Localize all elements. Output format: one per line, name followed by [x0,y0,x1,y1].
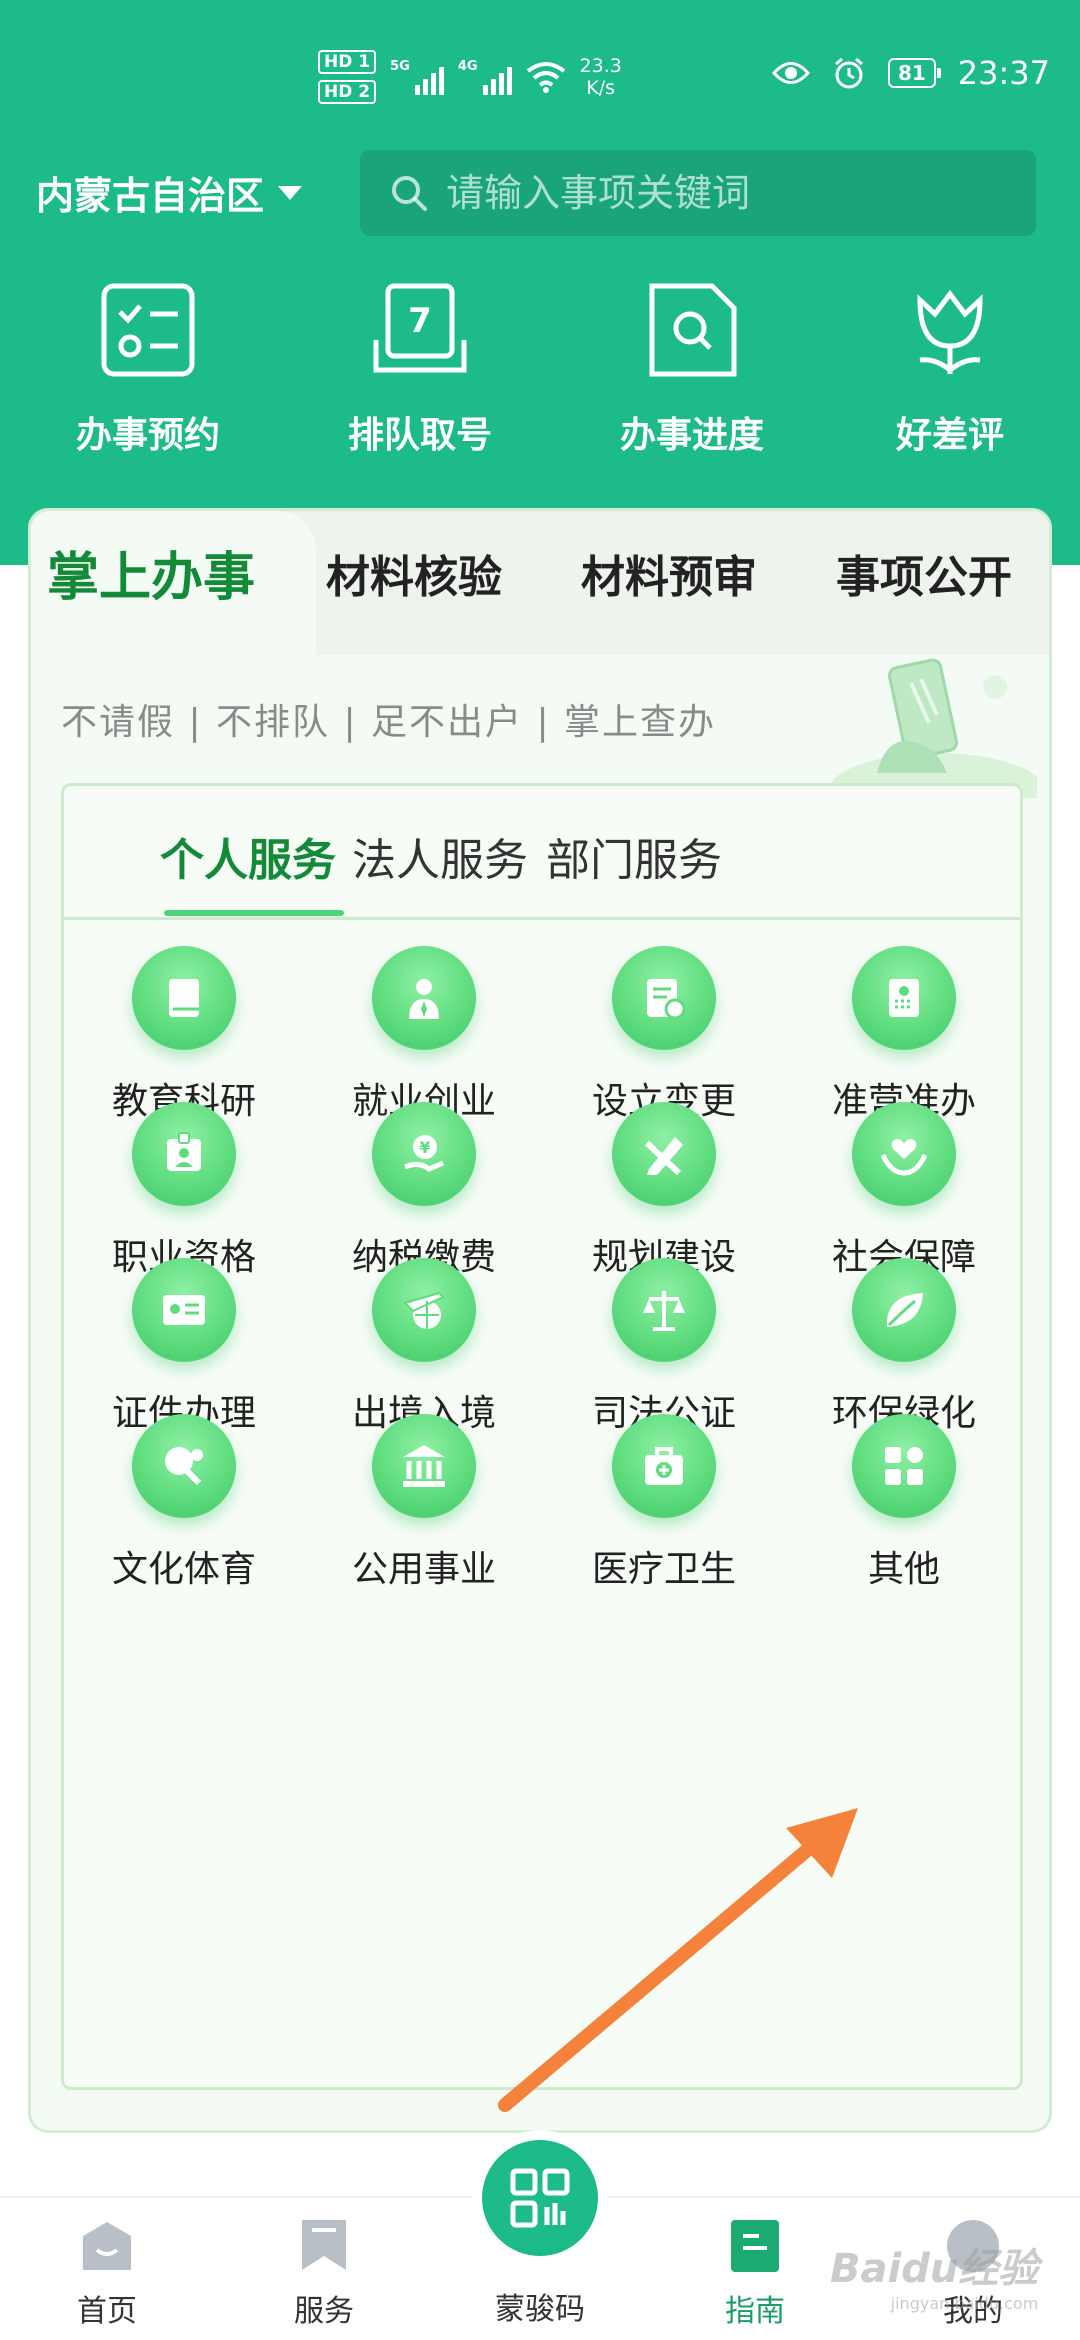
services-panel: 个人服务 法人服务 部门服务 教育科研 就业创业 [61,783,1023,2090]
tax-hand-icon: ¥ [372,1102,476,1206]
home-icon [83,2222,131,2270]
slogan: 不请假 | 不排队 | 足不出户 | 掌上查办 [61,702,717,743]
service-employment[interactable]: 就业创业 [304,946,544,1124]
pencil-ruler-icon [612,1102,716,1206]
id-badge-icon [132,1102,236,1206]
document-change-icon [612,946,716,1050]
main-tabs: 掌上办事 材料核验 材料预审 事项公开 [31,511,1049,655]
guide-icon [731,2220,779,2272]
quick-appointment[interactable]: 办事预约 [48,280,248,458]
service-tax[interactable]: ¥ 纳税缴费 [304,1102,544,1280]
tab-department[interactable]: 部门服务 [546,824,722,888]
service-exit-entry[interactable]: 出境入境 [304,1258,544,1436]
nav-qr-label: 蒙骏码 [495,2292,585,2327]
tab-public-items[interactable]: 事项公开 [836,541,1012,605]
quick-queue[interactable]: 7 排队取号 [320,280,520,458]
alarm-icon [834,57,863,89]
ping-pong-icon [132,1414,236,1518]
service-permit[interactable]: 准营准办 [784,946,1024,1124]
quick-rating[interactable]: 好差评 [850,280,1050,458]
search-input[interactable] [446,171,1006,215]
checklist-icon [101,283,195,377]
service-certificates[interactable]: 证件办理 [64,1258,304,1436]
service-qualification[interactable]: 职业资格 [64,1102,304,1280]
status-right: 81 23:37 [771,54,1050,92]
nav-services[interactable]: 服务 [244,2198,404,2330]
plane-globe-icon [372,1258,476,1362]
progress-search-icon [649,283,737,377]
sim2-badge: HD 2 [318,80,377,104]
id-card-icon [132,1258,236,1362]
nav-guide[interactable]: 指南 [675,2198,835,2330]
service-planning[interactable]: 规划建设 [544,1102,784,1280]
active-tab-underline [164,910,344,916]
search-bar[interactable] [360,150,1036,236]
clock: 23:37 [957,54,1050,92]
book-icon [132,946,236,1050]
battery-icon: 81 [887,58,941,88]
license-icon [852,946,956,1050]
leaf-icon [852,1258,956,1362]
apps-grid-icon [852,1414,956,1518]
search-icon [392,176,427,211]
tulip-icon [917,289,983,374]
sim1-badge: HD 1 [318,50,377,74]
service-social-security[interactable]: 社会保障 [784,1102,1024,1280]
region-selector[interactable]: 内蒙古自治区 [36,165,303,220]
service-public-utility[interactable]: 公用事业 [304,1414,544,1592]
svg-text:7: 7 [408,301,432,341]
bookmark-icon [302,2220,346,2270]
net-speed: 23.3 K/s [579,55,622,99]
service-culture-sports[interactable]: 文化体育 [64,1414,304,1592]
service-other[interactable]: 其他 [784,1414,1024,1592]
status-left: HD 1 HD 2 5G 4G 23.3 K/s [318,50,622,104]
wifi-icon [526,62,565,93]
tab-material-review[interactable]: 材料预审 [581,541,757,605]
tab-corporate[interactable]: 法人服务 [352,824,528,888]
tab-material-verify[interactable]: 材料核验 [326,541,502,605]
business-person-icon [372,946,476,1050]
region-label: 内蒙古自治区 [36,174,265,218]
heart-hands-icon [852,1102,956,1206]
phone-hand-illustration [827,658,1037,798]
public-building-icon [372,1414,476,1518]
scales-icon [612,1258,716,1362]
svg-text:¥: ¥ [419,1138,430,1157]
eye-icon [771,62,810,84]
baidu-watermark: Baidu经验 jingyan.baidu.com [830,2246,1039,2313]
service-education[interactable]: 教育科研 [64,946,304,1124]
main-card: 掌上办事 材料核验 材料预审 事项公开 不请假 | 不排队 | 足不出户 | 掌… [28,508,1052,2133]
nav-qr-code-button[interactable] [482,2140,598,2256]
signal-5g-icon: 5G [390,59,444,95]
medical-kit-icon [612,1414,716,1518]
service-medical[interactable]: 医疗卫生 [544,1414,784,1592]
quick-progress[interactable]: 办事进度 [592,280,792,458]
status-bar: HD 1 HD 2 5G 4G 23.3 K/s 81 23:37 [0,40,1080,120]
caret-down-icon [278,185,303,200]
tab-handheld[interactable]: 掌上办事 [47,535,255,610]
service-tabs: 个人服务 法人服务 部门服务 [64,786,1020,920]
tab-personal[interactable]: 个人服务 [160,824,336,888]
nav-home[interactable]: 首页 [27,2198,187,2330]
service-judicial[interactable]: 司法公证 [544,1258,784,1436]
signal-4g-icon: 4G [458,59,512,95]
service-environment[interactable]: 环保绿化 [784,1258,1024,1436]
qr-code-icon [510,2168,570,2228]
service-establish-change[interactable]: 设立变更 [544,946,784,1124]
quick-actions: 办事预约 7 排队取号 办事进度 好差评 [0,280,1080,456]
queue-ticket-icon: 7 [373,283,467,373]
